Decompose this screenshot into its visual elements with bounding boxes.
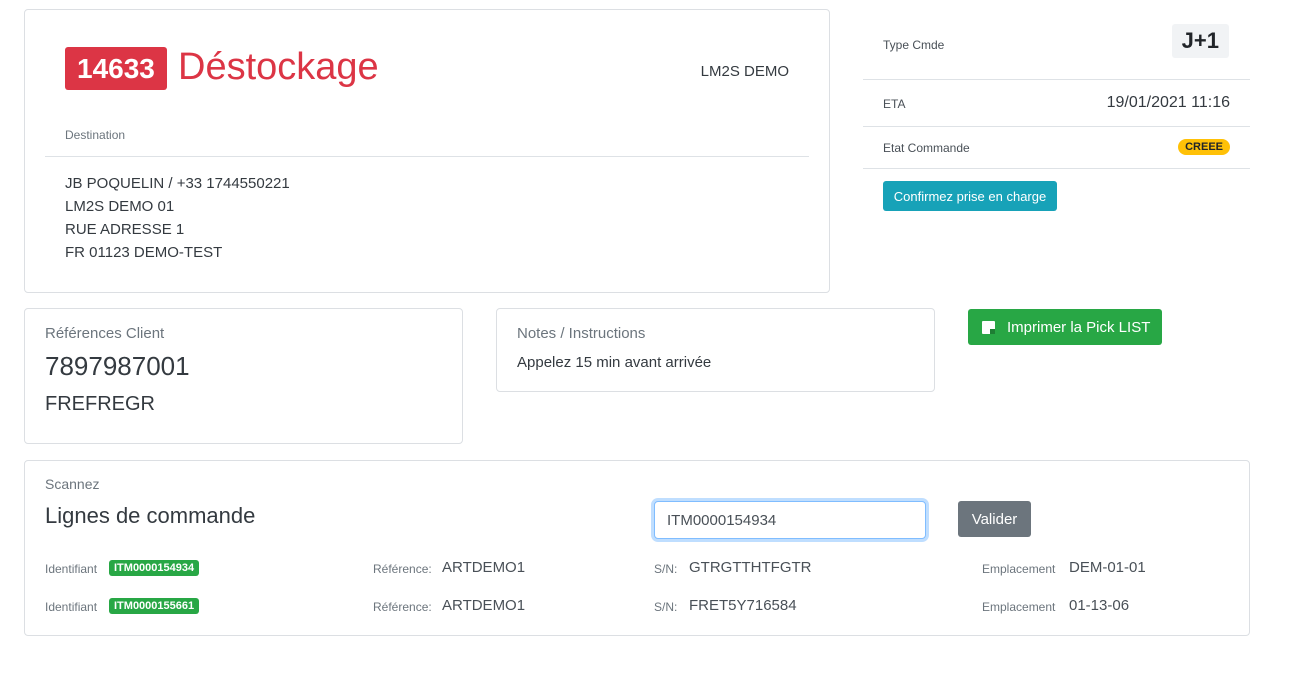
order-line-row: Identifiant ITM0000154934 Référence: ART… [25, 557, 1249, 581]
location-label: Emplacement [982, 600, 1056, 614]
order-status-row: Etat Commande CREEE [863, 127, 1250, 169]
location-label: Emplacement [982, 562, 1056, 576]
address-line: RUE ADRESSE 1 [65, 221, 185, 238]
order-status-label: Etat Commande [883, 141, 970, 155]
notes-label: Notes / Instructions [517, 325, 646, 342]
eta-label: ETA [883, 97, 906, 111]
identifier-label: Identifiant [45, 600, 98, 614]
status-badge: CREEE [1178, 139, 1230, 155]
print-pick-list-label: Imprimer la Pick LIST [1007, 318, 1151, 336]
order-title: Déstockage [178, 46, 379, 88]
note-icon [982, 320, 995, 334]
reference-value: ARTDEMO1 [442, 597, 526, 614]
location-value: DEM-01-01 [1069, 559, 1146, 576]
address-line: FR 01123 DEMO-TEST [65, 244, 223, 261]
serial-label: S/N: [654, 600, 678, 614]
divider [45, 156, 809, 157]
order-number-badge: 14633 [65, 47, 167, 90]
serial-label: S/N: [654, 562, 678, 576]
reference-label: Référence: [373, 600, 432, 614]
client-name: LM2S DEMO [700, 63, 789, 80]
reference-value: ARTDEMO1 [442, 559, 526, 576]
scan-label: Scannez [45, 476, 100, 492]
client-references-card: Références Client 7897987001 FREFREGR [24, 308, 463, 444]
identifier-badge: ITM0000154934 [109, 560, 200, 576]
client-references-label: Références Client [45, 325, 165, 342]
eta-value: 19/01/2021 11:16 [1106, 94, 1230, 111]
order-line-row: Identifiant ITM0000155661 Référence: ART… [25, 595, 1249, 619]
order-lines-card: Scannez Lignes de commande Valider Ident… [24, 460, 1250, 636]
reference-label: Référence: [373, 562, 432, 576]
order-header-card: 14633 Déstockage LM2S DEMO Destination J… [24, 9, 830, 293]
identifier-label: Identifiant [45, 562, 98, 576]
validate-button[interactable]: Valider [958, 501, 1031, 537]
notes-card: Notes / Instructions Appelez 15 min avan… [496, 308, 935, 392]
order-type-label: Type Cmde [883, 38, 945, 52]
address-line: LM2S DEMO 01 [65, 198, 175, 215]
eta-row: ETA 19/01/2021 11:16 [863, 80, 1250, 127]
identifier-badge: ITM0000155661 [109, 598, 200, 614]
address-line: JB POQUELIN / +33 1744550221 [65, 175, 290, 192]
serial-value: FRET5Y716584 [689, 597, 797, 614]
serial-value: GTRGTTHTFGTR [689, 559, 812, 576]
notes-text: Appelez 15 min avant arrivée [517, 354, 712, 371]
client-reference-secondary: FREFREGR [45, 393, 155, 415]
confirm-pickup-button[interactable]: Confirmez prise en charge [883, 181, 1057, 211]
print-pick-list-button[interactable]: Imprimer la Pick LIST [968, 309, 1162, 345]
order-type-value: J+1 [1171, 24, 1229, 58]
scan-input[interactable] [654, 501, 926, 539]
order-lines-title: Lignes de commande [45, 503, 256, 528]
location-value: 01-13-06 [1069, 597, 1130, 614]
client-reference-main: 7897987001 [45, 351, 190, 381]
destination-address: JB POQUELIN / +33 1744550221 LM2S DEMO 0… [65, 172, 290, 264]
order-type-row: Type Cmde J+1 [863, 13, 1250, 80]
destination-label: Destination [65, 128, 126, 142]
